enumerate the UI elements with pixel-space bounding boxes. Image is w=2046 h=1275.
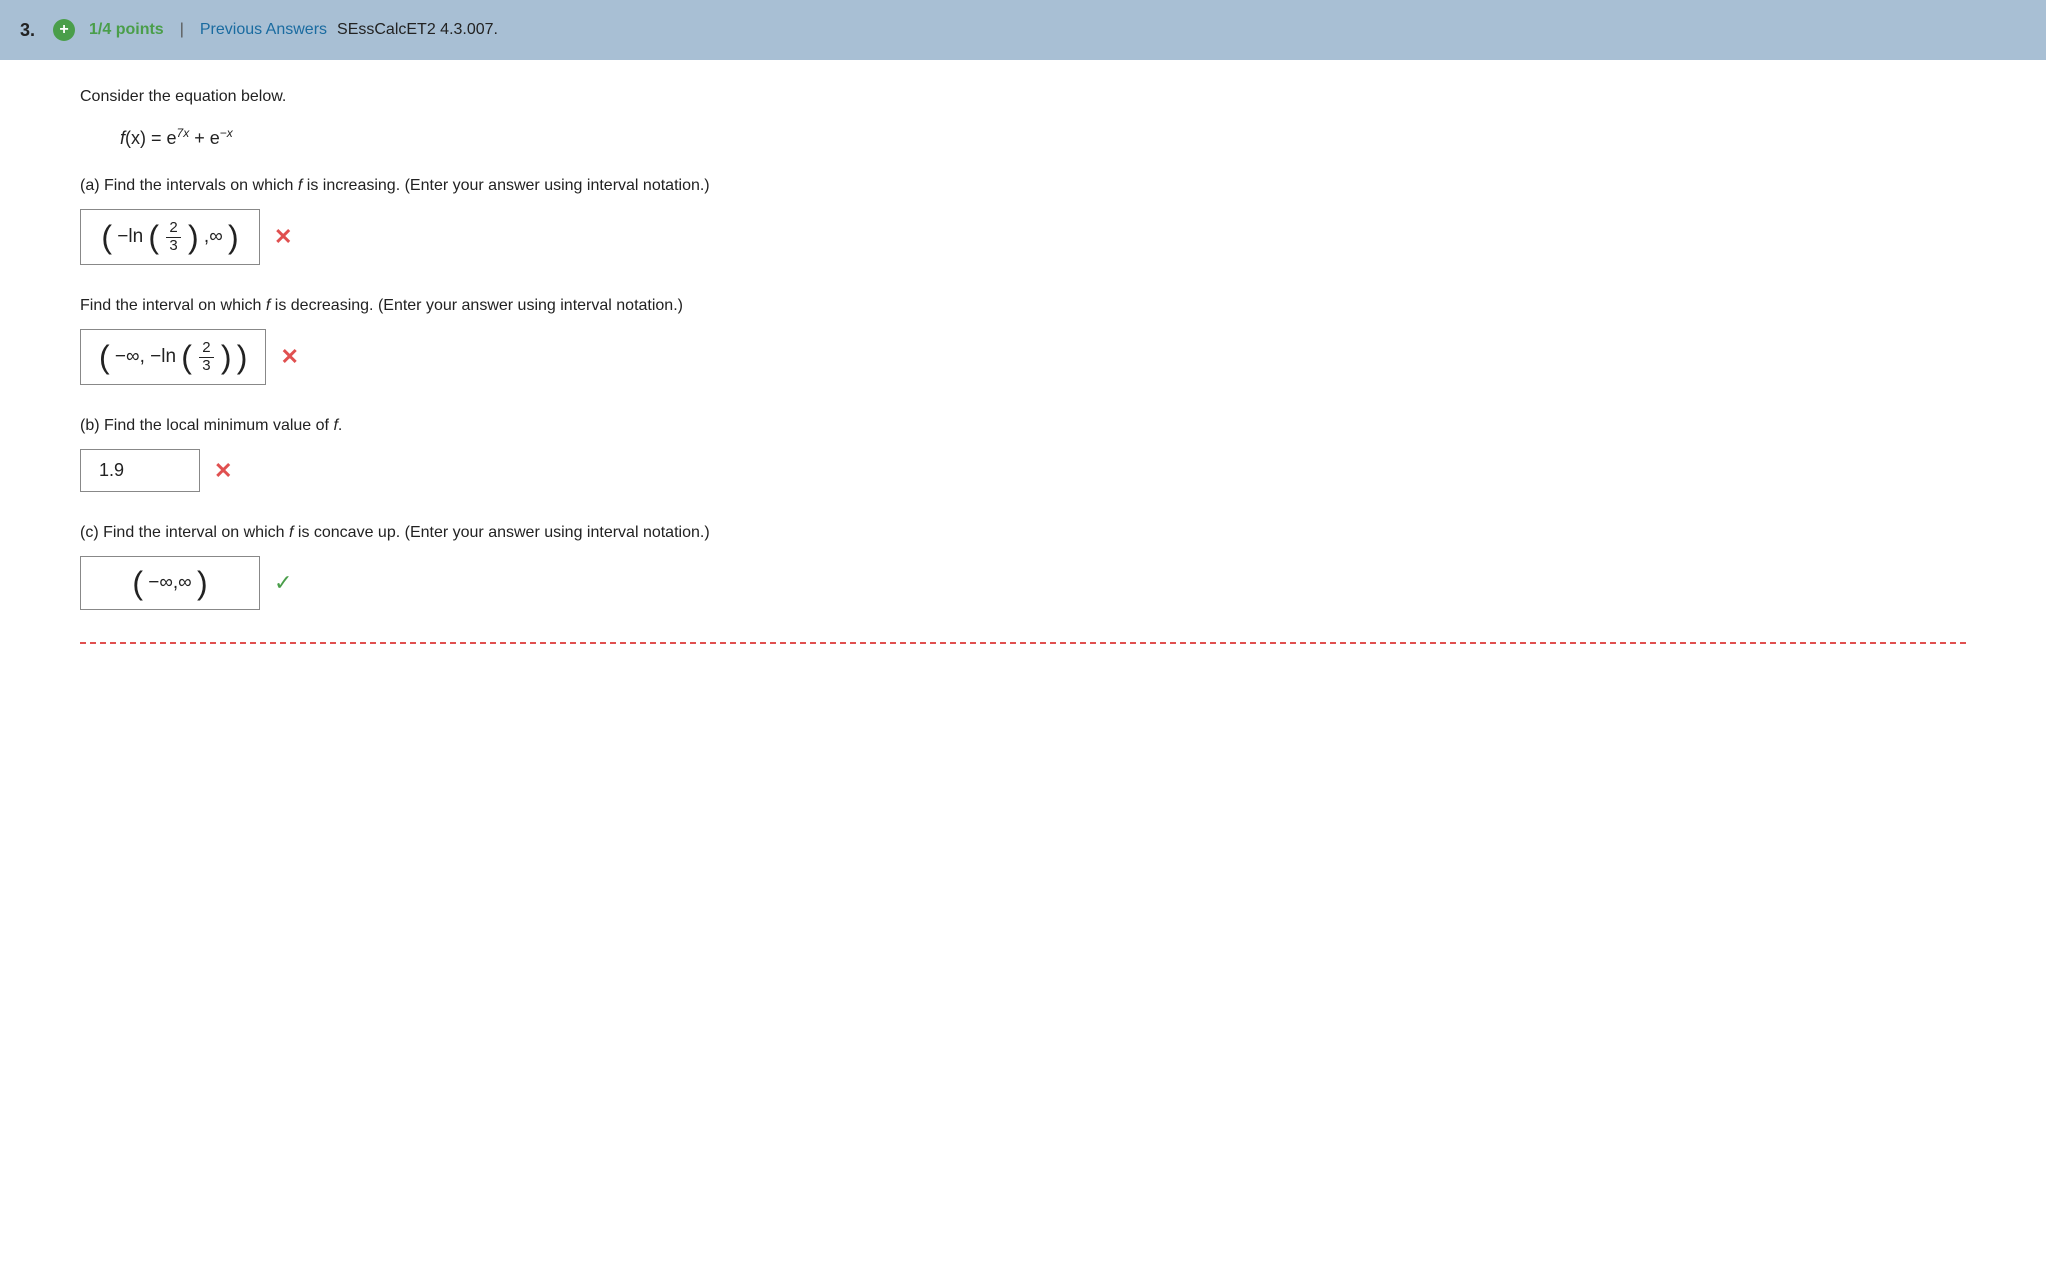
equation-text: f(x) = e7x + e−x	[120, 128, 233, 148]
fraction-numerator: 2	[166, 220, 180, 238]
part-c-question: (c) Find the interval on which f is conc…	[80, 524, 1966, 542]
right-paren-conc: )	[197, 565, 208, 601]
fraction-denominator: 3	[166, 238, 180, 255]
answer-decreasing-content: ( −∞, −ln ( 2 3 ) )	[99, 340, 247, 374]
intro-text: Consider the equation below.	[80, 88, 1966, 106]
fraction-numerator-dec: 2	[199, 340, 213, 358]
bottom-dashed-border	[80, 642, 1966, 644]
header-bar: 3. + 1/4 points | Previous Answers SEssC…	[0, 0, 2046, 60]
answer-box-increasing[interactable]: ( −ln ( 2 3 ) ,∞ )	[80, 209, 260, 265]
right-inner-paren: )	[188, 219, 199, 255]
fraction-2-3-dec: 2 3	[199, 340, 213, 374]
part-a-increasing-question: (a) Find the intervals on which f is inc…	[80, 177, 1966, 195]
left-inner-paren: (	[148, 219, 159, 255]
left-paren-conc: (	[132, 565, 143, 601]
wrong-icon-increasing: ✕	[274, 224, 292, 250]
answer-row-concave: ( −∞,∞ ) ✓	[80, 556, 1966, 610]
left-inner-paren-dec: (	[181, 339, 192, 375]
left-paren-dec: (	[99, 339, 110, 375]
right-paren-dec: )	[237, 339, 248, 375]
left-paren: (	[101, 219, 112, 255]
part-b-question: (b) Find the local minimum value of f.	[80, 417, 1966, 435]
wrong-icon-min: ✕	[214, 458, 232, 484]
correct-icon-concave: ✓	[274, 570, 292, 596]
question-number: 3.	[20, 20, 35, 41]
answer-row-min: 1.9 ✕	[80, 449, 1966, 492]
fraction-denominator-dec: 3	[199, 358, 213, 375]
answer-row-increasing: ( −ln ( 2 3 ) ,∞ ) ✕	[80, 209, 1966, 265]
answer-box-min[interactable]: 1.9	[80, 449, 200, 492]
fraction-2-3: 2 3	[166, 220, 180, 254]
problem-code: SEssCalcET2 4.3.007.	[337, 21, 498, 39]
answer-row-decreasing: ( −∞, −ln ( 2 3 ) ) ✕	[80, 329, 1966, 385]
previous-answers-link[interactable]: Previous Answers	[200, 21, 327, 39]
right-inner-paren-dec: )	[221, 339, 232, 375]
answer-box-concave[interactable]: ( −∞,∞ )	[80, 556, 260, 610]
separator: |	[180, 21, 184, 39]
main-content: Consider the equation below. f(x) = e7x …	[0, 60, 2046, 672]
right-paren: )	[228, 219, 239, 255]
part-a-decreasing-question: Find the interval on which f is decreasi…	[80, 297, 1966, 315]
answer-increasing-content: ( −ln ( 2 3 ) ,∞ )	[101, 220, 238, 254]
points-text: 1/4 points	[89, 21, 164, 39]
answer-min-value: 1.9	[99, 460, 124, 481]
answer-box-decreasing[interactable]: ( −∞, −ln ( 2 3 ) )	[80, 329, 266, 385]
plus-circle-icon: +	[53, 19, 75, 41]
wrong-icon-decreasing: ✕	[280, 344, 298, 370]
equation: f(x) = e7x + e−x	[120, 126, 1966, 149]
answer-concave-content: ( −∞,∞ )	[132, 567, 207, 599]
